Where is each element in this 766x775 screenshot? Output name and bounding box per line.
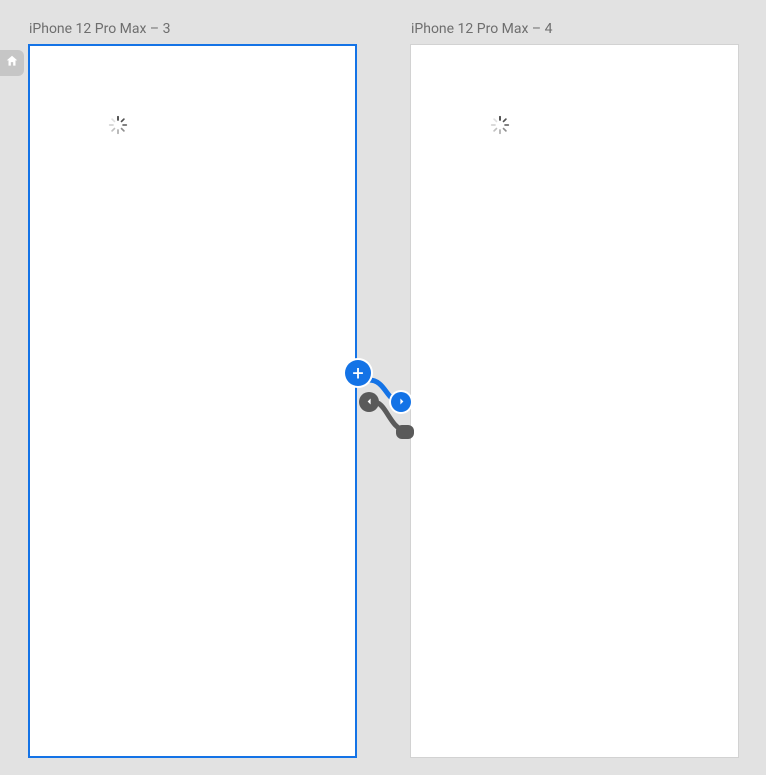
home-icon [5,54,19,72]
loading-spinner-icon [108,115,128,135]
prototype-target-pill[interactable] [396,425,414,439]
chevron-right-icon [397,394,406,410]
prototype-back-handle[interactable] [359,392,379,412]
artboard[interactable] [29,45,356,757]
chevron-left-icon [365,394,374,410]
artboard[interactable] [411,45,738,757]
design-canvas[interactable]: iPhone 12 Pro Max – 3 [0,0,766,775]
home-tab[interactable] [0,50,24,76]
prototype-forward-handle[interactable] [391,392,411,412]
add-interaction-button[interactable]: + [345,360,371,386]
artboard-group-1: iPhone 12 Pro Max – 3 [29,45,356,757]
artboard-group-2: iPhone 12 Pro Max – 4 [411,45,738,757]
artboard-label[interactable]: iPhone 12 Pro Max – 3 [29,21,170,37]
loading-spinner-icon [490,115,510,135]
artboard-label[interactable]: iPhone 12 Pro Max – 4 [411,21,552,37]
plus-icon: + [352,361,363,385]
